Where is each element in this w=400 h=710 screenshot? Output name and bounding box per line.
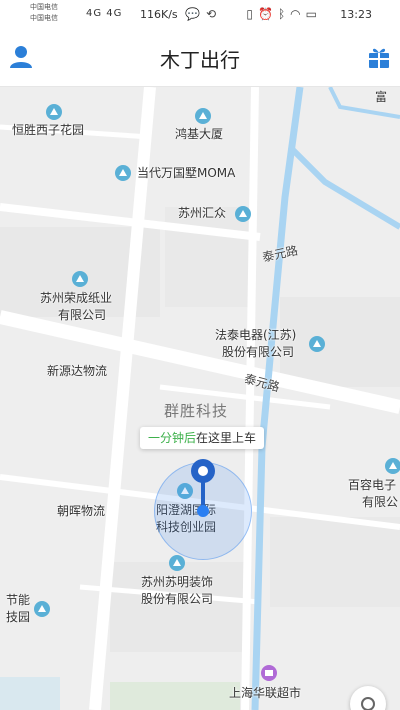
poi-label[interactable]: 苏州苏明装饰 xyxy=(141,574,213,591)
signal-icon: 4G 4G xyxy=(86,8,123,19)
poi-icon[interactable] xyxy=(234,205,252,223)
poi-icon[interactable] xyxy=(45,103,63,121)
status-bar: 中国电信 中国电信 4G 4G 116K/s 💬⟲ ▯⏰ᛒ◠▭ 13:23 xyxy=(0,0,400,30)
wifi-icon: ◠ xyxy=(290,7,306,21)
poi-label[interactable]: 恒胜西子花园 xyxy=(12,122,84,139)
poi-icon[interactable] xyxy=(33,600,51,618)
poi-label[interactable]: 有限公司 xyxy=(58,307,106,324)
poi-label[interactable]: 朝晖物流 xyxy=(57,503,105,520)
poi-label[interactable]: 百容电子 xyxy=(348,477,396,494)
gift-button[interactable] xyxy=(366,44,392,70)
poi-label[interactable]: 有限公 xyxy=(362,494,398,511)
app-header: 木丁出行 xyxy=(0,30,400,87)
pickup-tooltip[interactable]: 一分钟后在这里上车 xyxy=(140,427,265,449)
poi-icon[interactable] xyxy=(384,457,400,475)
supermarket-icon[interactable] xyxy=(260,664,278,682)
poi-label[interactable]: 鸿基大厦 xyxy=(175,126,223,143)
pickup-eta: 一分钟后 xyxy=(148,431,197,445)
poi-label[interactable]: 股份有限公司 xyxy=(222,344,294,361)
map-view[interactable]: 恒胜西子花园 鸿基大厦 当代万国墅MOMA 苏州汇众 苏州荣成纸业 有限公司 法… xyxy=(0,87,400,710)
poi-icon[interactable] xyxy=(71,270,89,288)
page-title: 木丁出行 xyxy=(160,48,240,72)
battery-icon: ▭ xyxy=(305,7,322,21)
carrier-label: 中国电信 xyxy=(30,3,58,11)
alarm-icon: ⏰ xyxy=(258,7,278,21)
sync-icon: ⟲ xyxy=(205,7,223,21)
system-icons: ▯⏰ᛒ◠▭ xyxy=(246,7,322,21)
poi-label[interactable]: 节能 xyxy=(6,592,30,609)
poi-icon[interactable] xyxy=(194,107,212,125)
area-label: 群胜科技 xyxy=(164,402,229,420)
poi-label[interactable]: 股份有限公司 xyxy=(141,591,213,608)
poi-label[interactable]: 新源达物流 xyxy=(47,363,107,380)
clock: 13:23 xyxy=(340,8,372,21)
pickup-text: 在这里上车 xyxy=(196,431,257,445)
poi-label[interactable]: 技园 xyxy=(6,609,30,626)
vibrate-icon: ▯ xyxy=(246,7,259,21)
poi-label[interactable]: 苏州荣成纸业 xyxy=(40,290,112,307)
crosshair-icon xyxy=(361,697,375,710)
poi-label[interactable]: 当代万国墅MOMA xyxy=(137,165,235,182)
carrier-label: 中国电信 xyxy=(30,14,58,22)
poi-label[interactable]: 法泰电器(江苏) xyxy=(215,327,296,344)
locate-button[interactable] xyxy=(350,686,386,710)
poi-label[interactable]: 上海华联超市 xyxy=(229,685,301,702)
poi-label[interactable]: 富 xyxy=(375,89,387,106)
gift-icon xyxy=(369,48,389,68)
poi-label[interactable]: 苏州汇众 xyxy=(178,205,226,222)
pickup-pin-icon[interactable] xyxy=(189,457,217,519)
bluetooth-icon: ᛒ xyxy=(277,7,291,21)
poi-icon[interactable] xyxy=(308,335,326,353)
notification-icons: 💬⟲ xyxy=(185,7,222,21)
poi-icon[interactable] xyxy=(114,164,132,182)
chat-bubble-icon: 💬 xyxy=(185,7,206,21)
net-speed: 116K/s xyxy=(140,8,178,21)
poi-icon[interactable] xyxy=(168,554,186,572)
